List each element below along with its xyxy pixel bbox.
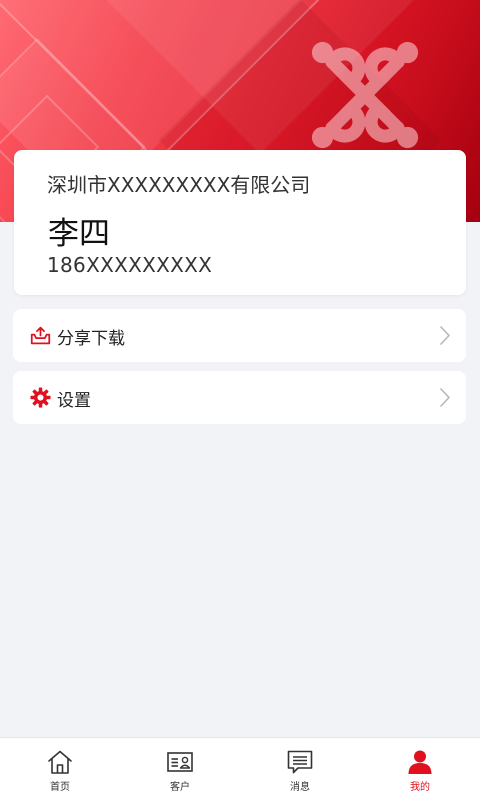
chevron-right-icon [440, 326, 450, 345]
nav-mine-label: 我的 [410, 782, 430, 793]
share-tray-icon [30, 326, 51, 345]
customer-card-icon [167, 752, 193, 772]
nav-messages-label: 消息 [290, 782, 310, 793]
user-name: 李四 [48, 216, 110, 252]
person-icon [408, 750, 432, 774]
share-download-item[interactable]: 分享下载 [13, 309, 466, 362]
settings-label: 设置 [57, 391, 91, 411]
company-name: 深圳市XXXXXXXXX有限公司 [47, 173, 311, 197]
profile-card: 深圳市XXXXXXXXX有限公司 李四 186XXXXXXXXX [14, 150, 466, 295]
home-icon [48, 750, 72, 774]
share-download-label: 分享下载 [57, 329, 125, 349]
nav-home[interactable]: 首页 [0, 738, 120, 801]
message-icon [287, 750, 313, 774]
nav-mine[interactable]: 我的 [360, 738, 480, 801]
brand-logo-icon [311, 41, 419, 149]
user-phone: 186XXXXXXXXX [47, 253, 213, 277]
nav-customers[interactable]: 客户 [120, 738, 240, 801]
gear-icon [30, 387, 51, 408]
chevron-right-icon [440, 388, 450, 407]
bottom-nav: 首页 客户 消息 我的 [0, 737, 480, 801]
nav-customers-label: 客户 [170, 782, 190, 793]
settings-item[interactable]: 设置 [13, 371, 466, 424]
nav-messages[interactable]: 消息 [240, 738, 360, 801]
nav-home-label: 首页 [50, 782, 70, 793]
